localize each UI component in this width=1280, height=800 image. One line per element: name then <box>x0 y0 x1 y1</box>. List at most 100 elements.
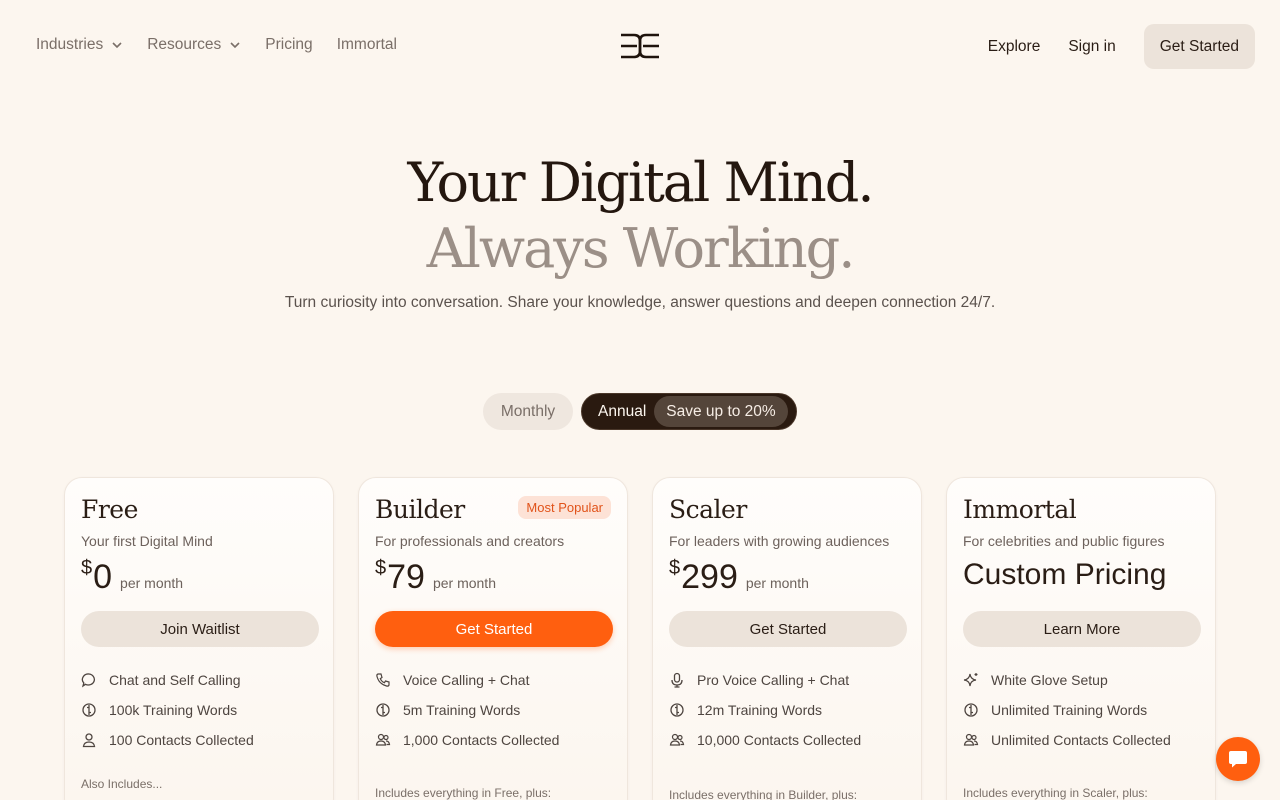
get-started-plan-button[interactable]: Get Started <box>375 611 613 647</box>
nav-immortal-label: Immortal <box>336 36 397 53</box>
most-popular-badge: Most Popular <box>518 496 611 519</box>
plan-description: For professionals and creators <box>375 533 565 549</box>
price-amount: 0 <box>93 558 113 596</box>
nav-right: Explore Sign in Get Started <box>988 24 1255 69</box>
brand-logo-icon[interactable] <box>620 33 660 59</box>
feature-item: Voice Calling + Chat <box>375 665 559 695</box>
feature-text: Unlimited Contacts Collected <box>991 732 1171 748</box>
hero-title-secondary: Always Working. <box>426 217 856 280</box>
person-icon <box>82 733 96 748</box>
price-period: per month <box>745 575 809 591</box>
chevron-down-icon <box>112 42 122 49</box>
training-icon <box>82 703 96 717</box>
microphone-icon <box>671 672 683 688</box>
training-icon <box>376 703 390 717</box>
get-started-plan-button[interactable]: Get Started <box>669 611 907 647</box>
hero-title: Your Digital Mind. <box>407 151 874 214</box>
plan-card-immortal: Immortal For celebrities and public figu… <box>946 477 1216 800</box>
learn-more-button[interactable]: Learn More <box>963 611 1201 647</box>
feature-item: White Glove Setup <box>963 665 1171 695</box>
chevron-down-icon <box>230 42 240 49</box>
feature-text: White Glove Setup <box>991 672 1108 688</box>
training-icon <box>964 703 978 717</box>
hero-subtitle: Turn curiosity into conversation. Share … <box>284 294 996 311</box>
feature-list: Chat and Self Calling 100k Training Word… <box>81 665 254 755</box>
nav-resources[interactable]: Resources <box>147 36 241 54</box>
training-icon <box>670 703 684 717</box>
feature-item: 1,000 Contacts Collected <box>375 725 559 755</box>
plan-name: Free <box>81 495 138 524</box>
feature-text: Chat and Self Calling <box>109 672 241 688</box>
plan-card-scaler: Scaler For leaders with growing audience… <box>652 477 922 800</box>
feature-text: 100k Training Words <box>109 702 238 718</box>
feature-text: 1,000 Contacts Collected <box>403 732 560 748</box>
plan-name: Scaler <box>669 495 747 524</box>
chat-widget-button[interactable] <box>1216 737 1260 781</box>
price-currency: $ <box>669 557 681 579</box>
feature-item: Unlimited Training Words <box>963 695 1171 725</box>
plan-description: For leaders with growing audiences <box>669 533 890 549</box>
feature-list: White Glove Setup Unlimited Training Wor… <box>963 665 1171 755</box>
feature-text: 12m Training Words <box>697 702 823 718</box>
custom-pricing: Custom Pricing <box>963 558 1167 591</box>
plan-description: For celebrities and public figures <box>963 533 1165 549</box>
plan-price: $ 0 per month <box>81 557 184 597</box>
top-nav: Industries Resources Pricing Immortal Ex… <box>0 0 1280 94</box>
nav-pricing-label: Pricing <box>265 36 313 53</box>
nav-immortal[interactable]: Immortal <box>337 36 397 54</box>
feature-item: 10,000 Contacts Collected <box>669 725 861 755</box>
billing-annual-toggle[interactable]: Annual Save up to 20% <box>581 393 797 430</box>
nav-pricing[interactable]: Pricing <box>265 36 312 54</box>
people-icon <box>669 733 685 746</box>
price-amount: 299 <box>681 558 738 596</box>
people-icon <box>963 733 979 746</box>
plan-name: Immortal <box>963 495 1077 524</box>
plan-card-free: Free Your first Digital Mind $ 0 per mon… <box>64 477 334 800</box>
feature-text: 10,000 Contacts Collected <box>697 732 862 748</box>
people-icon <box>375 733 391 746</box>
feature-item: 100k Training Words <box>81 695 254 725</box>
price-period: per month <box>120 575 184 591</box>
feature-item: Pro Voice Calling + Chat <box>669 665 861 695</box>
feature-text: 5m Training Words <box>403 702 521 718</box>
nav-industries-label: Industries <box>36 36 104 53</box>
feature-text: Voice Calling + Chat <box>403 672 530 688</box>
feature-item: Chat and Self Calling <box>81 665 254 695</box>
chat-icon <box>1229 751 1247 768</box>
get-started-button[interactable]: Get Started <box>1143 24 1255 69</box>
price-currency: $ <box>81 557 93 579</box>
nav-resources-label: Resources <box>147 36 222 53</box>
plan-price: $ 79 per month <box>375 557 496 597</box>
phone-icon <box>376 673 390 687</box>
plan-footer: Includes everything in Scaler, plus: <box>963 786 1148 800</box>
feature-list: Voice Calling + Chat 5m Training Words 1… <box>375 665 559 755</box>
feature-text: Pro Voice Calling + Chat <box>697 672 850 688</box>
feature-text: Unlimited Training Words <box>991 702 1148 718</box>
plan-description: Your first Digital Mind <box>81 533 213 549</box>
nav-left-links: Industries Resources Pricing Immortal <box>36 36 397 54</box>
feature-item: 5m Training Words <box>375 695 559 725</box>
save-badge: Save up to 20% <box>654 396 788 427</box>
plan-name: Builder <box>375 495 465 524</box>
price-currency: $ <box>375 557 387 579</box>
explore-link[interactable]: Explore <box>988 38 1041 56</box>
join-waitlist-button[interactable]: Join Waitlist <box>81 611 319 647</box>
plan-footer: Includes everything in Free, plus: <box>375 786 552 800</box>
price-amount: 79 <box>387 558 425 596</box>
annual-label: Annual <box>598 402 647 420</box>
signin-link[interactable]: Sign in <box>1068 38 1115 56</box>
feature-item: 100 Contacts Collected <box>81 725 254 755</box>
billing-monthly-toggle[interactable]: Monthly <box>483 393 573 430</box>
price-period: per month <box>432 575 496 591</box>
feature-list: Pro Voice Calling + Chat 12m Training Wo… <box>669 665 861 755</box>
plan-footer: Includes everything in Builder, plus: <box>669 788 858 800</box>
nav-industries[interactable]: Industries <box>36 36 123 54</box>
feature-item: 12m Training Words <box>669 695 861 725</box>
feature-item: Unlimited Contacts Collected <box>963 725 1171 755</box>
sparkle-icon <box>963 673 978 687</box>
plan-card-builder: Builder Most Popular For professionals a… <box>358 477 628 800</box>
plan-footer: Also Includes... <box>81 777 163 791</box>
chat-bubble-icon <box>81 673 95 688</box>
feature-text: 100 Contacts Collected <box>109 732 254 748</box>
plan-price: $ 299 per month <box>669 557 809 597</box>
